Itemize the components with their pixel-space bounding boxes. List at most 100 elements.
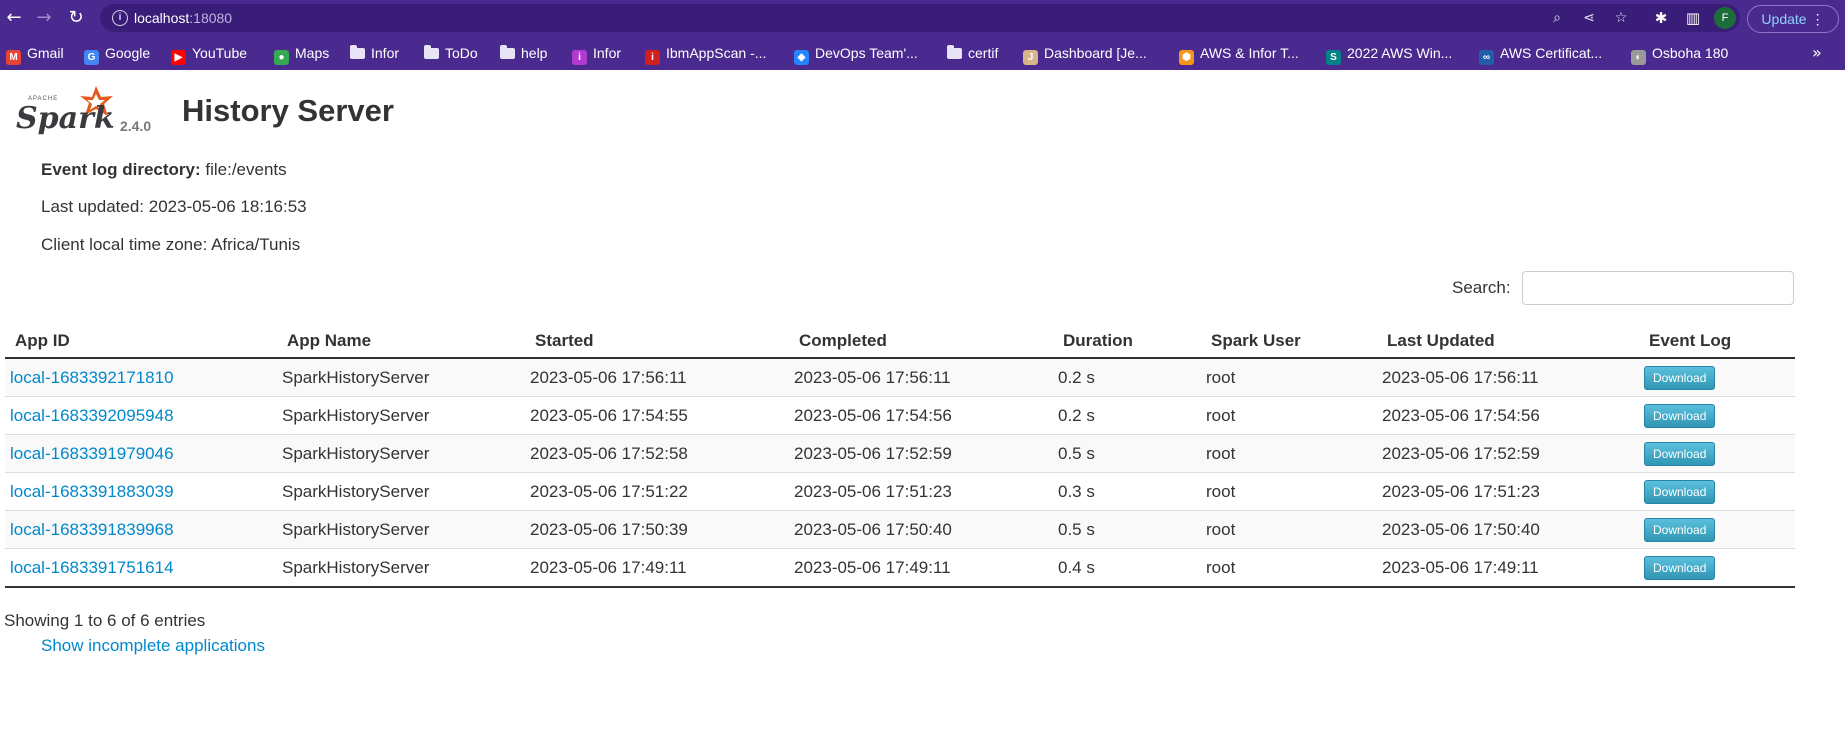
bookmark-item[interactable]: ⬢ AWS & Infor T... [1179,36,1299,70]
column-header-completed[interactable]: Completed [789,325,1053,359]
download-button[interactable]: Download [1644,441,1716,466]
table-cell: root [1201,357,1377,397]
svg-text:Spark: Spark [16,101,115,136]
table-cell: 0.4 s [1053,548,1201,588]
bookmark-item[interactable]: i Infor [572,36,621,70]
table-cell: 2023-05-06 17:52:59 [1377,434,1639,473]
jira-icon: ◆ [794,50,809,65]
table-header-row: App ID App Name Started Completed Durati… [5,325,1795,359]
column-header-app-name[interactable]: App Name [277,325,525,359]
column-header-event-log[interactable]: Event Log [1639,325,1795,359]
bookmark-label: help [521,45,548,61]
bookmark-item[interactable]: ∞ AWS Certificat... [1479,36,1602,70]
bookmark-item[interactable]: ◆ DevOps Team'... [794,36,918,70]
bookmark-label: AWS Certificat... [1500,45,1603,61]
event-log-directory: Event log directory: file:/events [41,160,287,179]
bookmark-label: AWS & Infor T... [1200,45,1299,61]
table-cell: Download [1639,472,1795,511]
bookmark-label: YouTube [192,45,248,61]
bookmark-item[interactable]: ▶ YouTube [171,36,247,70]
table-cell: 0.3 s [1053,472,1201,511]
bookmark-item[interactable]: ● Maps [274,36,329,70]
table-cell: 2023-05-06 17:52:58 [525,434,789,473]
table-cell: Download [1639,357,1795,397]
table-cell: 0.2 s [1053,357,1201,397]
app-id-link[interactable]: local-1683392171810 [10,368,174,387]
column-header-duration[interactable]: Duration [1053,325,1201,359]
completed-cell: 2023-05-06 17:50:40 [794,519,952,539]
bookmark-item[interactable]: J Dashboard [Je... [1023,36,1147,70]
show-incomplete-link[interactable]: Show incomplete applications [41,636,265,656]
started-cell: 2023-05-06 17:49:11 [530,557,687,577]
forward-arrow-icon[interactable]: → [32,6,56,30]
download-button[interactable]: Download [1644,403,1716,428]
search-input[interactable] [1522,271,1794,305]
app-id-link[interactable]: local-1683392095948 [10,406,174,425]
bookmark-item[interactable]: M Gmail [6,36,64,70]
column-header-last-updated[interactable]: Last Updated [1377,325,1639,359]
update-button[interactable]: Update ⋮ [1747,5,1839,33]
table-cell: 2023-05-06 17:54:56 [1377,396,1639,435]
column-header-started[interactable]: Started [525,325,789,359]
back-arrow-icon[interactable]: ← [2,6,26,30]
app-id-link[interactable]: local-1683391839968 [10,520,174,539]
more-bookmarks-icon[interactable]: » [1812,36,1822,70]
app-name-cell: SparkHistoryServer [282,557,430,577]
profile-avatar[interactable]: F [1714,7,1736,29]
table-row: local-1683392171810 SparkHistoryServer 202… [5,357,1795,397]
table-cell: 2023-05-06 17:56:11 [525,357,789,397]
table-cell: Download [1639,434,1795,473]
bookmark-item[interactable]: i IbmAppScan -... [645,36,766,70]
table-cell: root [1201,510,1377,549]
bookmark-item[interactable]: G Google [84,36,150,70]
url-text[interactable]: localhost:18080 [134,10,232,26]
gmail-icon: M [6,50,21,65]
last-updated-cell: 2023-05-06 17:54:56 [1382,405,1540,425]
last-updated-cell: 2023-05-06 17:49:11 [1382,557,1539,577]
share-icon[interactable]: ⋖ [1580,9,1598,27]
column-header-app-id[interactable]: App ID [5,325,277,359]
download-button[interactable]: Download [1644,517,1716,542]
table-cell: 2023-05-06 17:50:40 [789,510,1053,549]
table-cell: 2023-05-06 17:50:40 [1377,510,1639,549]
table-cell: local-1683391883039 [5,472,277,511]
table-cell: SparkHistoryServer [277,510,525,549]
aws-cert-icon: ∞ [1479,50,1494,65]
address-bar[interactable]: i localhost:18080 ⌕ ⋖ ☆ [100,4,1740,32]
app-name-cell: SparkHistoryServer [282,481,430,501]
table-cell: root [1201,472,1377,511]
completed-cell: 2023-05-06 17:54:56 [794,405,952,425]
extensions-icon[interactable]: ✱ [1650,7,1672,29]
table-row: local-1683392095948 SparkHistoryServer 202… [5,396,1795,435]
reload-icon[interactable]: ↻ [64,6,88,30]
bookmark-star-icon[interactable]: ☆ [1612,9,1630,27]
bookmark-item[interactable]: S 2022 AWS Win... [1326,36,1452,70]
download-button[interactable]: Download [1644,479,1716,504]
spark-user-cell: root [1206,405,1236,425]
appscan-icon: i [645,50,660,65]
side-panel-icon[interactable]: ▥ [1682,7,1704,29]
bookmark-item[interactable]: ◐ Osboha 180 [1631,36,1728,70]
bookmark-item[interactable]: help [500,36,547,70]
folder-icon [350,45,365,59]
bookmark-item[interactable]: ToDo [424,36,478,70]
spark-logo: APACHE Spark [16,86,115,136]
table-cell: local-1683391839968 [5,510,277,549]
bookmark-label: 2022 AWS Win... [1347,45,1453,61]
download-button[interactable]: Download [1644,365,1716,390]
table-cell: SparkHistoryServer [277,472,525,511]
spark-user-cell: root [1206,481,1236,501]
site-info-icon[interactable]: i [112,10,128,26]
table-cell: root [1201,548,1377,588]
column-header-spark-user[interactable]: Spark User [1201,325,1377,359]
bookmark-item[interactable]: certif [947,36,998,70]
app-id-link[interactable]: local-1683391883039 [10,482,174,501]
bookmark-item[interactable]: Infor [350,36,399,70]
download-button[interactable]: Download [1644,555,1716,580]
app-id-link[interactable]: local-1683391751614 [10,558,174,577]
bookmark-label: ToDo [445,45,478,61]
app-id-link[interactable]: local-1683391979046 [10,444,174,463]
duration-cell: 0.2 s [1058,405,1095,425]
entries-info: Showing 1 to 6 of 6 entries [4,611,206,630]
zoom-icon[interactable]: ⌕ [1548,9,1566,27]
